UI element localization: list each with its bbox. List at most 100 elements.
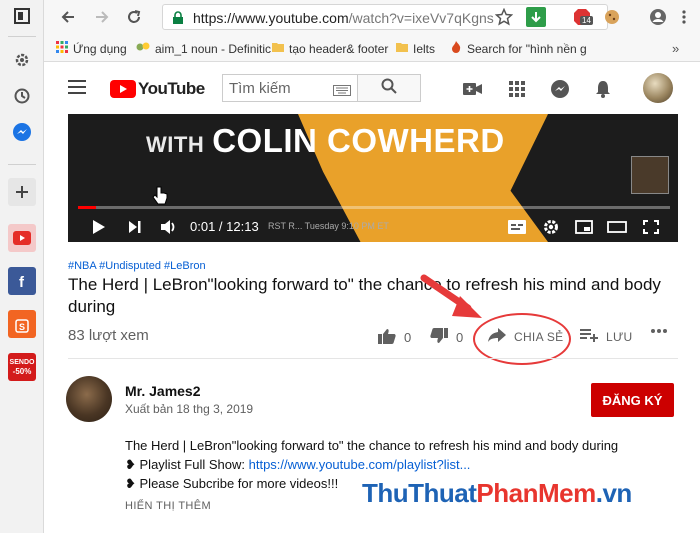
overlay-with-text: WITH — [146, 132, 205, 157]
hashtags[interactable]: #NBA #Undisputed #LeBron — [68, 260, 206, 272]
youtube-shortcut-icon[interactable] — [8, 224, 36, 252]
bookmark-label: Ứng dụng — [73, 41, 127, 56]
apps-grid-icon — [56, 41, 68, 56]
sendo-badge: -50% — [12, 366, 32, 376]
video-controls: 0:01 / 12:13 RST R... Tuesday 9:10 PM ET — [68, 212, 678, 242]
annotation-arrow-icon — [420, 272, 490, 327]
profile-icon[interactable] — [646, 5, 670, 29]
facebook-icon[interactable]: f — [8, 267, 36, 295]
hamburger-menu-icon[interactable] — [68, 80, 86, 99]
dislike-button[interactable]: 0 — [430, 328, 463, 347]
youtube-logo-icon[interactable] — [110, 80, 136, 98]
adblock-icon[interactable]: 14 — [570, 5, 594, 29]
folder-icon — [272, 41, 284, 56]
cookie-icon[interactable] — [600, 5, 624, 29]
forward-icon[interactable] — [90, 5, 114, 29]
bookmark-item[interactable]: tạo header& footer — [272, 41, 388, 56]
url-path: /watch?v=ixeVv7qKgns — [348, 10, 494, 26]
fire-icon — [450, 41, 462, 56]
youtube-header: YouTube Tìm kiếm — [44, 62, 700, 114]
playlist-link[interactable]: https://www.youtube.com/playlist?list... — [249, 457, 471, 472]
overlay-name-text: COLIN COWHERD — [212, 122, 505, 159]
video-watermark-thumbnail — [631, 156, 669, 194]
messages-icon[interactable] — [549, 78, 571, 100]
create-video-icon[interactable] — [462, 78, 484, 100]
video-time: 0:01 / 12:13 — [190, 219, 259, 234]
bookmark-item[interactable]: aim_1 noun - Definitic — [136, 41, 271, 56]
star-icon[interactable] — [492, 5, 516, 29]
video-caption-text: RST R... Tuesday 9:10 PM ET — [268, 221, 389, 231]
watermark-part: PhanMem — [476, 478, 596, 508]
video-title: The Herd | LeBron"looking forward to" th… — [68, 275, 661, 316]
bookmark-apps[interactable]: Ứng dụng — [56, 41, 127, 56]
playlist-prefix: ❥ Playlist Full Show: — [125, 457, 249, 472]
extension-badge: 14 — [580, 16, 593, 25]
description-line: ❥ Playlist Full Show: https://www.youtub… — [125, 455, 645, 474]
download-icon[interactable] — [526, 7, 546, 27]
user-avatar[interactable] — [643, 73, 673, 103]
save-button[interactable]: LƯU — [580, 328, 633, 345]
sidebar-divider — [8, 36, 36, 37]
shopee-icon[interactable]: S — [8, 310, 36, 338]
notifications-bell-icon[interactable] — [592, 78, 614, 100]
lock-icon — [172, 11, 184, 29]
bookmark-label: aim_1 noun - Definitic — [155, 41, 272, 56]
bookmark-item[interactable]: Ielts — [396, 41, 435, 56]
add-icon[interactable] — [8, 178, 36, 206]
description-line: The Herd | LeBron"looking forward to" th… — [125, 438, 619, 453]
next-icon[interactable] — [124, 216, 146, 238]
add-to-playlist-icon — [580, 328, 598, 345]
more-actions-icon[interactable] — [650, 328, 668, 334]
subscribe-button[interactable]: ĐĂNG KÝ — [591, 383, 674, 417]
show-more-link[interactable]: HIỂN THỊ THÊM — [125, 500, 211, 512]
apps-icon[interactable] — [506, 78, 528, 100]
sendo-icon[interactable]: SENDO -50% — [8, 353, 36, 381]
search-placeholder: Tìm kiếm — [229, 80, 291, 97]
publish-date: Xuất bản 18 thg 3, 2019 — [125, 402, 254, 416]
bookmark-overflow[interactable]: » — [672, 41, 679, 56]
sidebar-toggle-icon[interactable] — [8, 2, 36, 30]
search-input[interactable]: Tìm kiếm — [222, 74, 357, 102]
url-text: https://www.youtube.com/watch?v=ixeVv7qK… — [193, 10, 494, 26]
save-label: LƯU — [606, 329, 633, 344]
browser-toolbar: https://www.youtube.com/watch?v=ixeVv7qK… — [44, 0, 700, 34]
back-icon[interactable] — [56, 5, 80, 29]
gear-icon[interactable] — [8, 46, 36, 74]
like-button[interactable]: 0 — [378, 328, 411, 347]
watermark-part: ThuThuat — [362, 478, 477, 508]
progress-fill — [78, 206, 96, 209]
reload-icon[interactable] — [122, 5, 146, 29]
miniplayer-icon[interactable] — [573, 216, 595, 238]
dislike-count: 0 — [456, 330, 464, 345]
search-button[interactable] — [357, 74, 421, 102]
fullscreen-icon[interactable] — [640, 216, 662, 238]
theater-mode-icon[interactable] — [606, 216, 628, 238]
bookmark-item[interactable]: Search for "hình nền g — [450, 41, 587, 56]
svg-text:S: S — [19, 322, 25, 332]
play-icon[interactable] — [88, 216, 110, 238]
site-watermark: ThuThuatPhanMem.vn — [362, 478, 632, 509]
browser-sidebar: f S SENDO -50% — [0, 0, 44, 533]
channel-avatar[interactable] — [66, 376, 112, 422]
messenger-icon[interactable] — [8, 118, 36, 146]
history-icon[interactable] — [8, 82, 36, 110]
video-player[interactable]: WITH COLIN COWHERD 0:01 / 12:13 RST R... … — [68, 114, 678, 242]
watermark-part: .vn — [595, 478, 633, 508]
volume-icon[interactable] — [158, 216, 180, 238]
svg-text:f: f — [19, 274, 25, 289]
thumbs-down-icon — [430, 328, 448, 347]
chevron-right-icon: » — [672, 41, 680, 56]
youtube-logo-text[interactable]: YouTube — [138, 79, 205, 99]
search-icon — [381, 78, 397, 99]
bookmark-label: Ielts — [413, 41, 436, 56]
menu-dots-icon[interactable] — [672, 5, 696, 29]
url-host: https://www.youtube.com — [193, 10, 349, 26]
settings-gear-icon[interactable] — [540, 216, 562, 238]
channel-name[interactable]: Mr. James2 — [125, 383, 201, 399]
progress-bar[interactable] — [78, 206, 670, 209]
bookmarks-bar: Ứng dụng aim_1 noun - Definitic tạo head… — [44, 34, 700, 62]
sidebar-divider — [8, 164, 36, 165]
subtitles-icon[interactable] — [506, 216, 528, 238]
keyboard-icon[interactable] — [333, 83, 351, 101]
view-count: 83 lượt xem — [68, 327, 149, 344]
